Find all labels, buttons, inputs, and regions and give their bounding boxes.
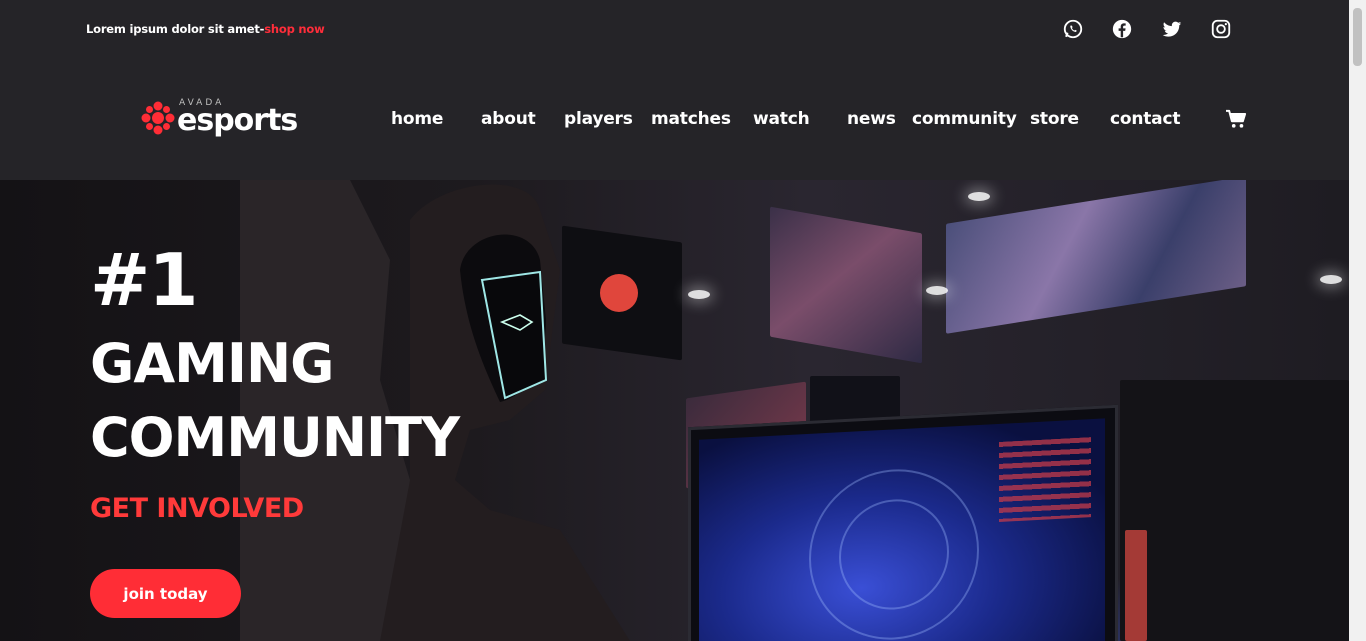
site-logo[interactable]: AVADA esports: [141, 97, 301, 141]
nav-community[interactable]: community: [912, 109, 1017, 129]
game-monitor: [688, 404, 1118, 641]
logo-mark-icon: [141, 101, 175, 135]
nav-about[interactable]: about: [481, 109, 536, 129]
hero-title-line2: COMMUNITY: [90, 406, 460, 469]
hero-title-line1: GAMING: [90, 332, 334, 395]
monitor-screen: [699, 418, 1105, 641]
instagram-icon[interactable]: [1210, 18, 1232, 40]
nav-news[interactable]: news: [847, 109, 896, 129]
whatsapp-icon[interactable]: [1062, 18, 1084, 40]
cart-icon[interactable]: [1225, 109, 1247, 129]
stage-light: [968, 192, 990, 201]
nav-contact[interactable]: contact: [1110, 109, 1180, 129]
stage-light: [688, 290, 710, 299]
scoreboard: [999, 437, 1091, 522]
nav-players[interactable]: players: [564, 109, 633, 129]
page-scrollbar[interactable]: [1349, 0, 1366, 641]
stage-light: [1320, 275, 1342, 284]
nav-store[interactable]: store: [1030, 109, 1079, 129]
hero-subtitle: GET INVOLVED: [90, 493, 304, 524]
logo-wordmark: esports: [177, 103, 298, 138]
nav-watch[interactable]: watch: [753, 109, 810, 129]
shop-now-link[interactable]: shop now: [264, 22, 324, 36]
nav-matches[interactable]: matches: [651, 109, 731, 129]
twitter-icon[interactable]: [1161, 18, 1183, 40]
scrollbar-thumb[interactable]: [1353, 8, 1362, 66]
stage-light: [926, 286, 948, 295]
top-header: Lorem ipsum dolor sit amet-shop now AVAD…: [0, 0, 1349, 180]
nav-home[interactable]: home: [391, 109, 443, 129]
hanging-banner-left: [770, 206, 922, 364]
promo-bar: Lorem ipsum dolor sit amet-shop now: [86, 22, 325, 36]
right-equipment: [1120, 380, 1349, 641]
hero-rank: #1: [90, 238, 198, 322]
join-today-button[interactable]: join today: [90, 569, 241, 618]
promo-text: Lorem ipsum dolor sit amet: [86, 22, 260, 36]
red-accent-panel: [1125, 530, 1147, 641]
facebook-icon[interactable]: [1111, 18, 1133, 40]
hanging-banner-right: [946, 180, 1246, 334]
